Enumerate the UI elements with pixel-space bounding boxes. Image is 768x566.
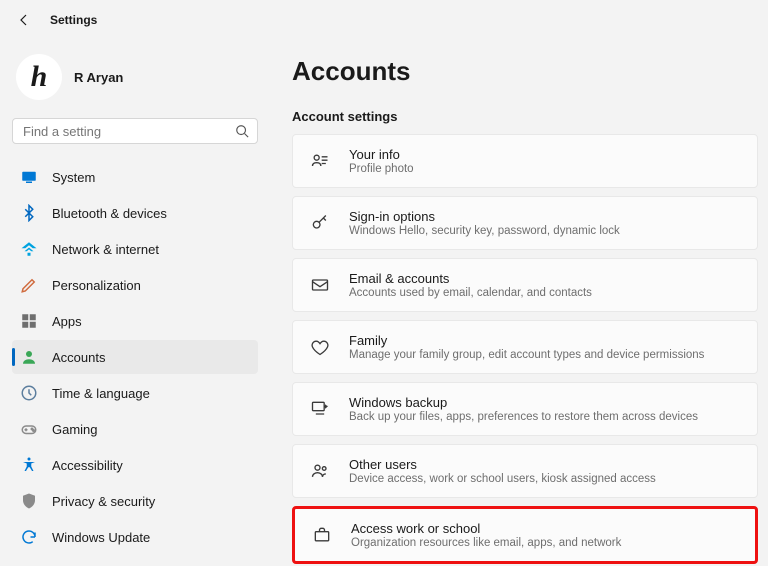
card-subtitle: Manage your family group, edit account t…: [349, 349, 704, 361]
search-input[interactable]: [23, 124, 235, 139]
mail-icon: [309, 274, 331, 296]
sidebar-item-label: Accessibility: [52, 458, 123, 473]
sidebar-item-privacy[interactable]: Privacy & security: [12, 484, 258, 518]
sidebar-item-accounts[interactable]: Accounts: [12, 340, 258, 374]
person-card-icon: [309, 150, 331, 172]
sidebar-item-label: Personalization: [52, 278, 141, 293]
settings-cards: Your infoProfile photoSign-in optionsWin…: [292, 134, 758, 564]
search-box[interactable]: [12, 118, 258, 144]
other-users-icon: [309, 460, 331, 482]
card-title: Windows backup: [349, 395, 698, 410]
gaming-icon: [20, 420, 38, 438]
card-subtitle: Accounts used by email, calendar, and co…: [349, 287, 592, 299]
key-icon: [309, 212, 331, 234]
sidebar-item-label: Gaming: [52, 422, 98, 437]
update-icon: [20, 528, 38, 546]
card-text: Email & accountsAccounts used by email, …: [349, 271, 592, 299]
card-title: Your info: [349, 147, 414, 162]
network-icon: [20, 240, 38, 258]
card-text: Your infoProfile photo: [349, 147, 414, 175]
card-text: Access work or schoolOrganization resour…: [351, 521, 621, 549]
card-signin[interactable]: Sign-in optionsWindows Hello, security k…: [292, 196, 758, 250]
sidebar-item-label: Bluetooth & devices: [52, 206, 167, 221]
sidebar-item-label: Accounts: [52, 350, 105, 365]
card-family[interactable]: FamilyManage your family group, edit acc…: [292, 320, 758, 374]
sidebar-item-bluetooth[interactable]: Bluetooth & devices: [12, 196, 258, 230]
sidebar-item-personalization[interactable]: Personalization: [12, 268, 258, 302]
personalization-icon: [20, 276, 38, 294]
card-text: Sign-in optionsWindows Hello, security k…: [349, 209, 620, 237]
privacy-icon: [20, 492, 38, 510]
card-your-info[interactable]: Your infoProfile photo: [292, 134, 758, 188]
time-icon: [20, 384, 38, 402]
sidebar-item-accessibility[interactable]: Accessibility: [12, 448, 258, 482]
card-text: Windows backupBack up your files, apps, …: [349, 395, 698, 423]
card-other-users[interactable]: Other usersDevice access, work or school…: [292, 444, 758, 498]
card-subtitle: Windows Hello, security key, password, d…: [349, 225, 620, 237]
card-title: Family: [349, 333, 704, 348]
sidebar-item-update[interactable]: Windows Update: [12, 520, 258, 554]
profile-name: R Aryan: [74, 70, 123, 85]
card-subtitle: Device access, work or school users, kio…: [349, 473, 656, 485]
sidebar-item-label: Windows Update: [52, 530, 150, 545]
backup-icon: [309, 398, 331, 420]
system-icon: [20, 168, 38, 186]
accessibility-icon: [20, 456, 38, 474]
nav: System Bluetooth & devices Network & inter…: [12, 160, 258, 554]
app-title: Settings: [50, 13, 97, 27]
card-subtitle: Organization resources like email, apps,…: [351, 537, 621, 549]
titlebar: Settings: [0, 0, 768, 40]
section-label: Account settings: [292, 109, 758, 124]
card-backup[interactable]: Windows backupBack up your files, apps, …: [292, 382, 758, 436]
back-arrow-icon: [16, 12, 32, 28]
sidebar-item-label: Time & language: [52, 386, 150, 401]
card-subtitle: Back up your files, apps, preferences to…: [349, 411, 698, 423]
card-email[interactable]: Email & accountsAccounts used by email, …: [292, 258, 758, 312]
sidebar: h R Aryan System Bluetooth & devices Netwo…: [0, 40, 270, 566]
card-text: Other usersDevice access, work or school…: [349, 457, 656, 485]
sidebar-item-time[interactable]: Time & language: [12, 376, 258, 410]
apps-icon: [20, 312, 38, 330]
search-icon: [235, 124, 249, 138]
briefcase-icon: [311, 524, 333, 546]
bluetooth-icon: [20, 204, 38, 222]
page-title: Accounts: [292, 56, 758, 87]
sidebar-item-label: Network & internet: [52, 242, 159, 257]
profile-block[interactable]: h R Aryan: [12, 48, 258, 114]
main-content: Accounts Account settings Your infoProfi…: [270, 40, 768, 566]
sidebar-item-gaming[interactable]: Gaming: [12, 412, 258, 446]
sidebar-item-network[interactable]: Network & internet: [12, 232, 258, 266]
card-work-school[interactable]: Access work or schoolOrganization resour…: [292, 506, 758, 564]
card-text: FamilyManage your family group, edit acc…: [349, 333, 704, 361]
back-button[interactable]: [14, 10, 34, 30]
sidebar-item-label: Privacy & security: [52, 494, 155, 509]
sidebar-item-system[interactable]: System: [12, 160, 258, 194]
family-icon: [309, 336, 331, 358]
card-subtitle: Profile photo: [349, 163, 414, 175]
accounts-icon: [20, 348, 38, 366]
avatar: h: [16, 54, 62, 100]
card-title: Access work or school: [351, 521, 621, 536]
card-title: Other users: [349, 457, 656, 472]
sidebar-item-label: Apps: [52, 314, 82, 329]
card-title: Email & accounts: [349, 271, 592, 286]
card-title: Sign-in options: [349, 209, 620, 224]
sidebar-item-label: System: [52, 170, 95, 185]
sidebar-item-apps[interactable]: Apps: [12, 304, 258, 338]
